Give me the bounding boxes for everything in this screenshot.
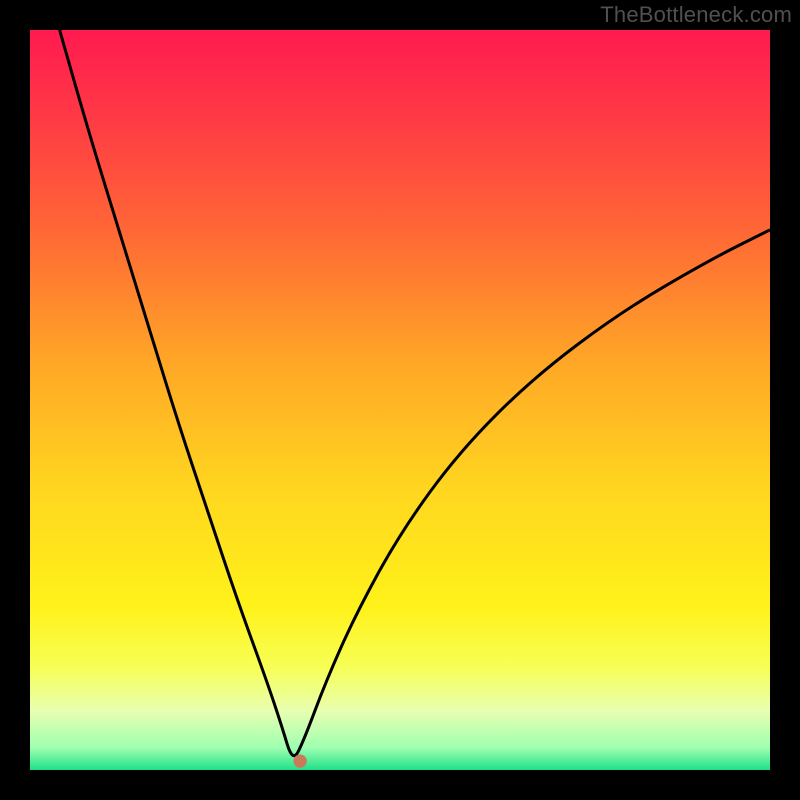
chart-frame: TheBottleneck.com (0, 0, 800, 800)
bottleneck-curve (60, 30, 770, 756)
minimum-marker-icon (293, 754, 306, 767)
watermark-text: TheBottleneck.com (600, 2, 792, 28)
plot-area (30, 30, 770, 770)
curve-layer (30, 30, 770, 770)
